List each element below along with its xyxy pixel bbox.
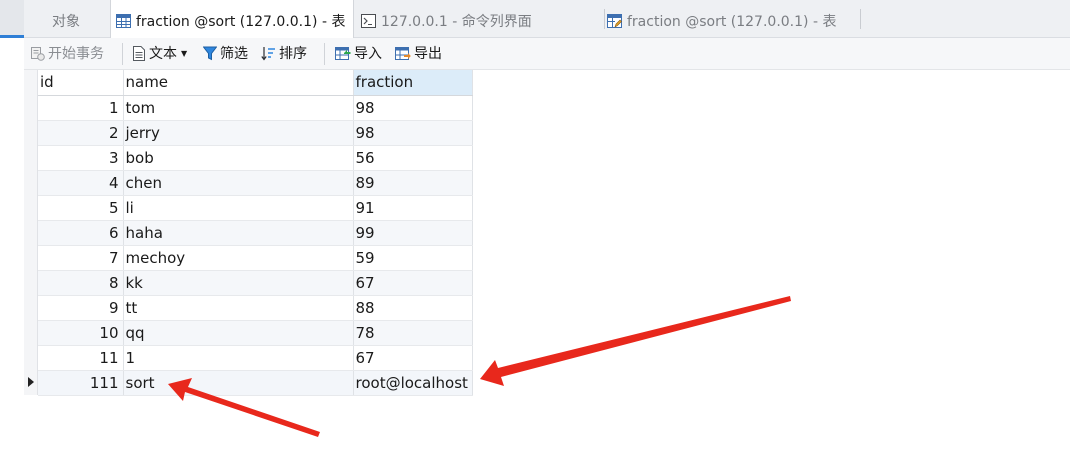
- data-toolbar: 开始事务 文本 ▼ 筛选 排序 导入 导出: [24, 38, 1070, 70]
- button-label: 导出: [414, 46, 442, 62]
- cell-id[interactable]: 1: [38, 95, 124, 121]
- tab-table-fraction-design[interactable]: fraction @sort (127.0.0.1) - 表: [607, 0, 857, 38]
- button-label: 排序: [279, 46, 307, 62]
- cell-name[interactable]: tom: [123, 95, 354, 121]
- tab-divider: [604, 9, 605, 29]
- transaction-icon: [30, 46, 45, 66]
- table-body: 1 tom 98 2 jerry 98 3 bob 56 4 chen 89 5 li 91 6 haha 99 7…: [38, 95, 473, 396]
- cell-fraction[interactable]: 91: [353, 195, 473, 221]
- export-button[interactable]: 导出: [395, 45, 442, 63]
- current-row-indicator-icon: [28, 377, 34, 387]
- cell-fraction[interactable]: 89: [353, 170, 473, 196]
- cell-fraction[interactable]: 56: [353, 145, 473, 171]
- tab-bar: 对象 fraction @sort (127.0.0.1) - 表 127.0.…: [0, 0, 1070, 39]
- cell-fraction[interactable]: 88: [353, 295, 473, 321]
- cell-id[interactable]: 10: [38, 320, 124, 346]
- cell-name[interactable]: bob: [123, 145, 354, 171]
- tab-objects[interactable]: 对象: [52, 0, 106, 38]
- cell-fraction[interactable]: 98: [353, 120, 473, 146]
- document-icon: [132, 46, 146, 66]
- table-row[interactable]: 2 jerry 98: [38, 120, 473, 146]
- tab-divider: [860, 9, 861, 29]
- column-header-fraction[interactable]: fraction: [353, 70, 473, 96]
- active-accent: [0, 35, 24, 38]
- cell-id[interactable]: 3: [38, 145, 124, 171]
- begin-transaction-button[interactable]: 开始事务: [30, 45, 104, 63]
- cell-fraction[interactable]: 78: [353, 320, 473, 346]
- tab-label: fraction @sort (127.0.0.1) - 表: [136, 14, 346, 30]
- cell-fraction[interactable]: 59: [353, 245, 473, 271]
- button-label: 文本: [149, 46, 177, 62]
- tab-command-line[interactable]: 127.0.0.1 - 命令列界面: [361, 0, 601, 38]
- cell-name[interactable]: chen: [123, 170, 354, 196]
- export-icon: [395, 46, 411, 66]
- column-header-name[interactable]: name: [123, 70, 354, 96]
- button-label: 筛选: [220, 46, 248, 62]
- data-grid: id name fraction 1 tom 98 2 jerry 98 3 bob 56 4 ch…: [24, 70, 1070, 452]
- import-icon: [335, 46, 351, 66]
- table-row[interactable]: 111 sort root@localhost: [38, 370, 473, 396]
- row-selector-gutter: [24, 70, 38, 395]
- button-label: 导入: [354, 46, 382, 62]
- cell-id[interactable]: 5: [38, 195, 124, 221]
- toolbar-divider: [122, 43, 123, 65]
- table-row[interactable]: 10 qq 78: [38, 320, 473, 346]
- tab-label: fraction @sort (127.0.0.1) - 表: [627, 14, 837, 30]
- cell-name[interactable]: qq: [123, 320, 354, 346]
- cell-name[interactable]: mechoy: [123, 245, 354, 271]
- tab-label: 对象: [52, 14, 80, 30]
- cell-fraction[interactable]: 67: [353, 345, 473, 371]
- table-icon: [116, 14, 131, 32]
- table-row[interactable]: 3 bob 56: [38, 145, 473, 171]
- table-row[interactable]: 11 1 67: [38, 345, 473, 371]
- cell-id[interactable]: 111: [38, 370, 124, 396]
- cell-name[interactable]: sort: [123, 370, 354, 396]
- sort-button[interactable]: 排序: [261, 45, 307, 63]
- text-view-button[interactable]: 文本 ▼: [132, 45, 187, 63]
- cell-name[interactable]: 1: [123, 345, 354, 371]
- table-row[interactable]: 1 tom 98: [38, 95, 473, 121]
- tab-table-fraction[interactable]: fraction @sort (127.0.0.1) - 表: [110, 0, 354, 39]
- table-row[interactable]: 6 haha 99: [38, 220, 473, 246]
- cell-id[interactable]: 4: [38, 170, 124, 196]
- cell-id[interactable]: 9: [38, 295, 124, 321]
- table-edit-icon: [607, 14, 622, 32]
- column-header-id[interactable]: id: [38, 70, 124, 96]
- sort-icon: [261, 46, 276, 66]
- toolbar-divider: [324, 43, 325, 65]
- cell-name[interactable]: tt: [123, 295, 354, 321]
- cell-id[interactable]: 6: [38, 220, 124, 246]
- window-edge: [0, 0, 24, 38]
- cell-fraction[interactable]: root@localhost: [353, 370, 473, 396]
- filter-button[interactable]: 筛选: [202, 45, 248, 66]
- table-row[interactable]: 7 mechoy 59: [38, 245, 473, 271]
- table-row[interactable]: 8 kk 67: [38, 270, 473, 296]
- terminal-icon: [361, 14, 376, 32]
- cell-fraction[interactable]: 99: [353, 220, 473, 246]
- cell-id[interactable]: 2: [38, 120, 124, 146]
- chevron-down-icon: ▼: [181, 49, 188, 58]
- import-button[interactable]: 导入: [335, 45, 382, 63]
- cell-id[interactable]: 8: [38, 270, 124, 296]
- table-row[interactable]: 4 chen 89: [38, 170, 473, 196]
- filter-icon: [202, 46, 218, 66]
- cell-name[interactable]: kk: [123, 270, 354, 296]
- cell-name[interactable]: haha: [123, 220, 354, 246]
- table-row[interactable]: 5 li 91: [38, 195, 473, 221]
- cell-fraction[interactable]: 67: [353, 270, 473, 296]
- cell-id[interactable]: 7: [38, 245, 124, 271]
- cell-name[interactable]: li: [123, 195, 354, 221]
- cell-id[interactable]: 11: [38, 345, 124, 371]
- tab-label: 127.0.0.1 - 命令列界面: [381, 14, 532, 30]
- button-label: 开始事务: [48, 46, 104, 62]
- cell-fraction[interactable]: 98: [353, 95, 473, 121]
- result-table: id name fraction 1 tom 98 2 jerry 98 3 bob 56 4 ch…: [38, 70, 473, 396]
- cell-name[interactable]: jerry: [123, 120, 354, 146]
- column-header-row: id name fraction: [38, 70, 473, 96]
- table-row[interactable]: 9 tt 88: [38, 295, 473, 321]
